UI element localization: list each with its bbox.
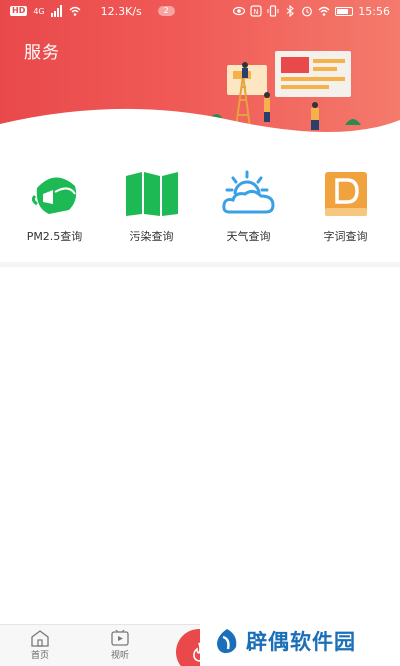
mask-icon [31, 177, 76, 214]
header-wave [0, 108, 400, 135]
service-pollution-label: 污染查询 [129, 230, 174, 243]
map-icon [125, 172, 178, 216]
watermark-text: 辟偶软件园 [246, 630, 356, 654]
header-banner: HD 4G 12.3K/s 2 N 15:56 服务 [0, 0, 400, 135]
tab-watch-label: 视听 [110, 651, 129, 661]
service-dictionary-label: 字词查询 [323, 230, 368, 243]
section-divider [0, 262, 400, 267]
tab-home-label: 首页 [30, 651, 49, 661]
eye-icon [233, 6, 246, 16]
service-pm25-label: PM2.5查询 [26, 230, 83, 243]
wifi-icon [69, 6, 81, 16]
weather-icon [221, 170, 275, 214]
home-icon [31, 630, 49, 647]
tab-watch[interactable]: 视听 [95, 629, 145, 661]
signal-icon [50, 5, 62, 17]
network-type: 4G [33, 6, 45, 16]
service-pm25[interactable]: PM2.5查询 [9, 170, 101, 260]
svg-text:N: N [254, 8, 259, 16]
video-play-icon [111, 629, 129, 646]
service-weather[interactable]: 天气查询 [203, 170, 295, 260]
hd-badge: HD [10, 6, 28, 16]
tab-home[interactable]: 首页 [15, 629, 65, 661]
vibrate-icon [267, 5, 279, 17]
watermark-overlay: 辟偶软件园 [200, 616, 400, 666]
battery-icon [335, 6, 354, 16]
wifi-status-icon [318, 6, 330, 16]
nfc-icon: N [250, 5, 262, 17]
service-weather-label: 天气查询 [226, 230, 271, 243]
clock: 15:56 [358, 4, 390, 18]
service-pollution[interactable]: 污染查询 [106, 170, 198, 260]
alarm-icon [302, 6, 313, 17]
battery-saver-pill: 2 [157, 6, 175, 16]
status-bar: HD 4G 12.3K/s 2 N 15:56 [0, 0, 400, 22]
service-dictionary[interactable]: 字词查询 [300, 170, 392, 260]
watermark-logo-icon [217, 629, 237, 654]
service-grid: PM2.5查询 污染查询 天气查询 字词查询 [0, 170, 400, 260]
page-title: 服务 [24, 43, 60, 63]
bluetooth-icon [286, 5, 295, 17]
network-speed: 12.3K/s [100, 4, 142, 18]
dictionary-icon [324, 172, 367, 216]
